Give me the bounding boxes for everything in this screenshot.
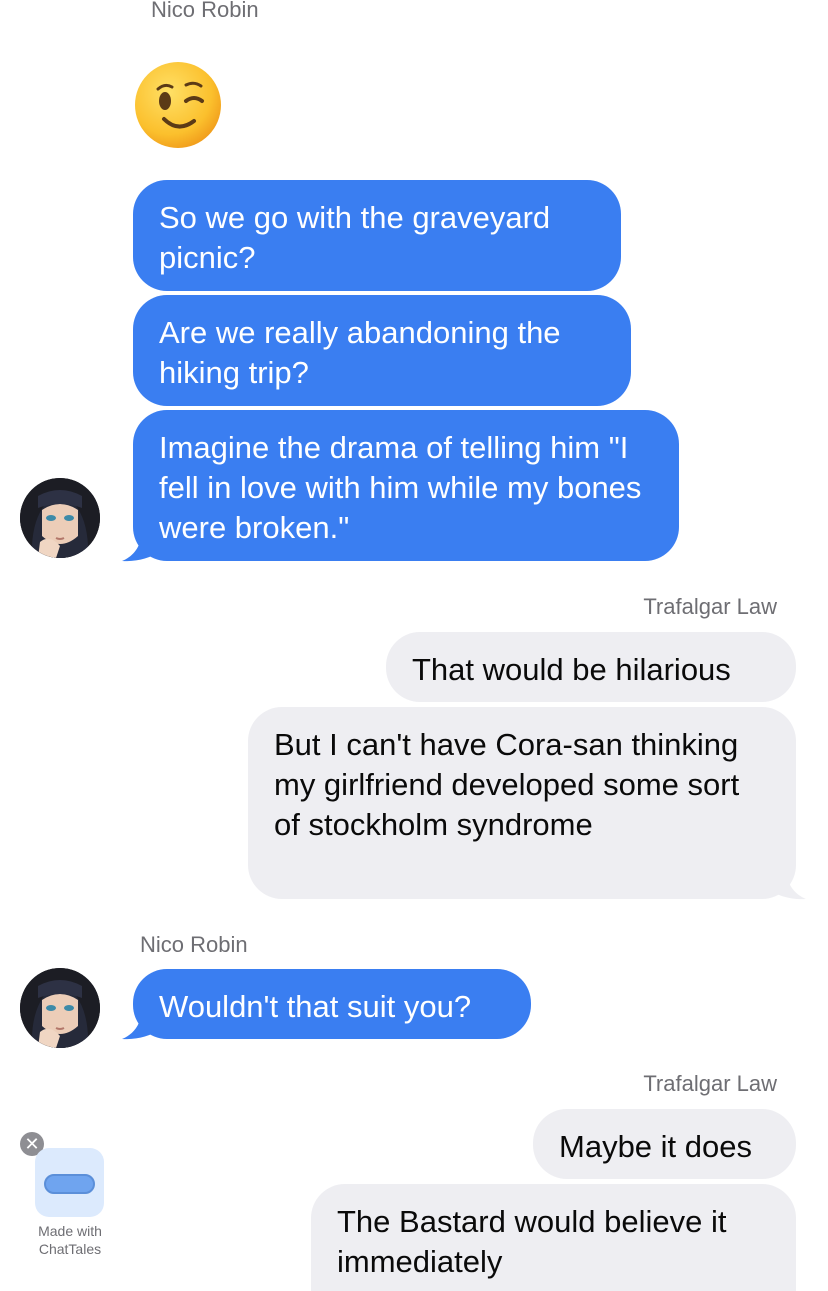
bubble-tail — [122, 1006, 160, 1040]
message-text: Imagine the drama of telling him "I fell… — [159, 430, 642, 545]
message-bubble[interactable]: That would be hilarious — [386, 632, 796, 702]
message-bubble[interactable]: Maybe it does — [533, 1109, 796, 1179]
message-bubble[interactable]: Wouldn't that suit you? — [133, 969, 531, 1039]
message-text: Wouldn't that suit you? — [159, 989, 472, 1024]
watermark-line: Made with — [38, 1223, 102, 1239]
avatar-image — [20, 968, 100, 1048]
chat-bubble-icon — [44, 1174, 95, 1194]
sender-name: Nico Robin — [140, 932, 248, 957]
watermark-line: ChatTales — [38, 1241, 102, 1257]
message-text: Maybe it does — [559, 1129, 752, 1164]
avatar[interactable] — [20, 968, 100, 1048]
message-bubble[interactable]: The Bastard would believe it immediately — [311, 1184, 796, 1291]
message-text: So we go with the graveyard picnic? — [159, 200, 551, 275]
message-text: Are we really abandoning the hiking trip… — [159, 315, 561, 390]
bubble-tail — [770, 866, 806, 900]
avatar[interactable] — [20, 478, 100, 558]
message-bubble[interactable]: But I can't have Cora-san thinking my gi… — [248, 707, 796, 899]
bubble-tail — [122, 528, 160, 562]
message-text: That would be hilarious — [412, 652, 731, 687]
message-bubble[interactable]: Are we really abandoning the hiking trip… — [133, 295, 631, 406]
chattales-logo-icon — [35, 1148, 104, 1217]
sender-name: Trafalgar Law — [643, 1071, 777, 1096]
watermark-text: Made with ChatTales — [20, 1222, 120, 1258]
message-bubble[interactable]: Imagine the drama of telling him "I fell… — [133, 410, 679, 561]
message-bubble[interactable]: So we go with the graveyard picnic? — [133, 180, 621, 291]
watermark-badge[interactable]: ✕ Made with ChatTales — [20, 1132, 130, 1272]
sender-name: Trafalgar Law — [643, 594, 777, 619]
message-text: But I can't have Cora-san thinking my gi… — [274, 727, 740, 842]
wink-emoji — [135, 62, 221, 148]
message-text: The Bastard would believe it immediately — [337, 1204, 727, 1279]
avatar-image — [20, 478, 100, 558]
sender-name: Nico Robin — [151, 0, 259, 22]
